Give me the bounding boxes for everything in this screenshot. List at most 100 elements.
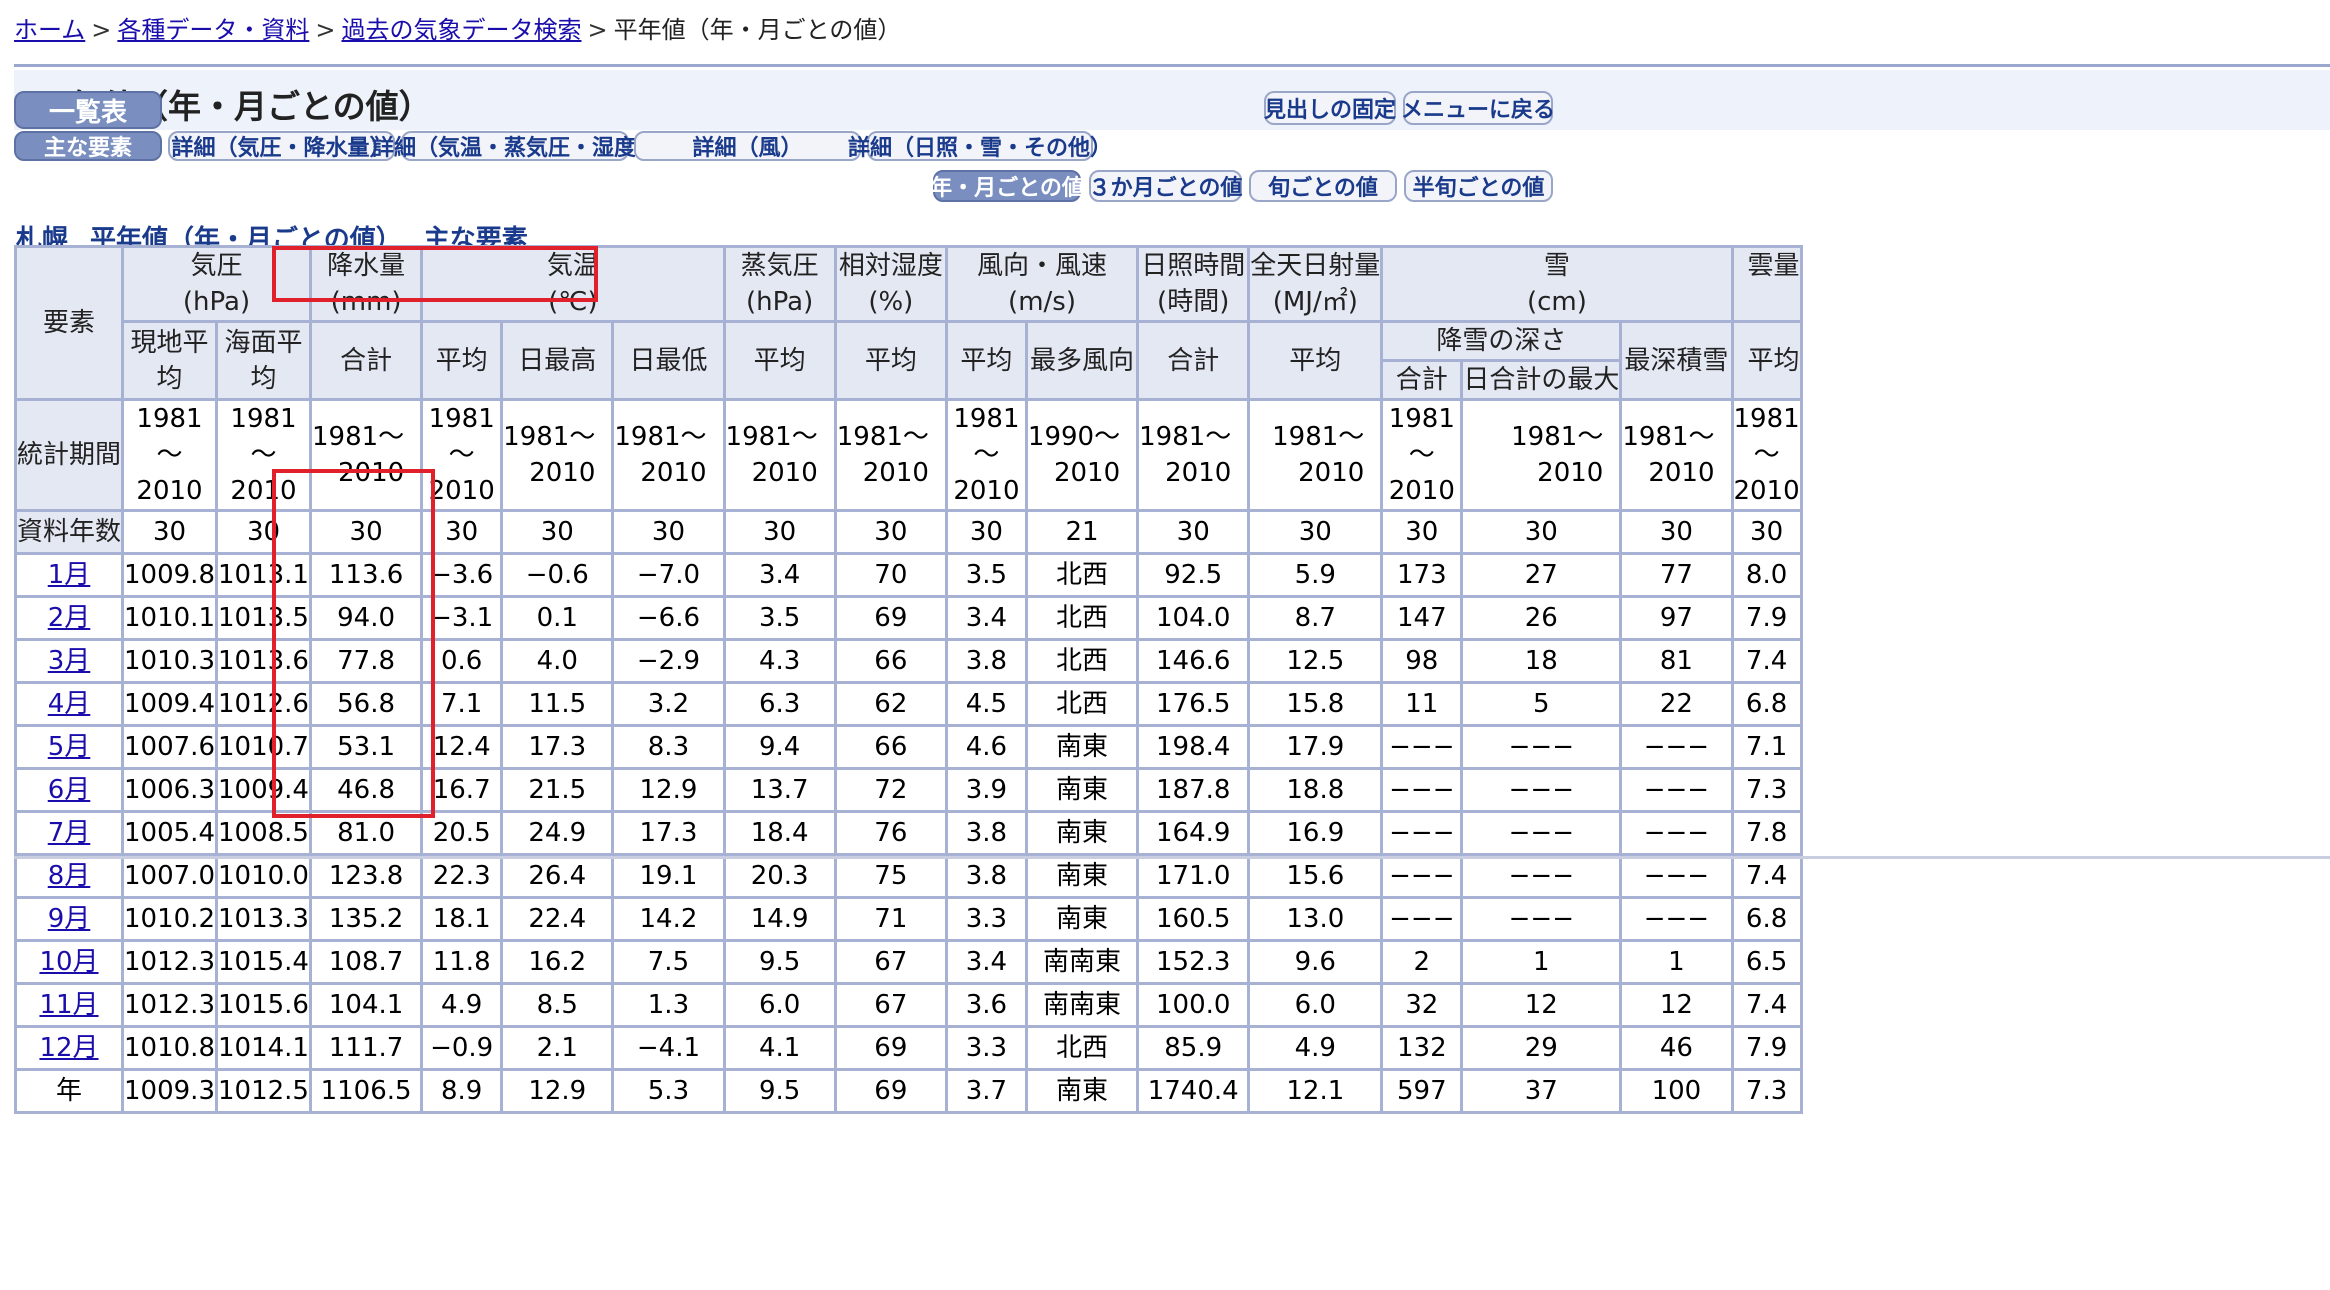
years-cell: 30 — [1380, 509, 1464, 555]
table-cell: 6.5 — [1730, 939, 1803, 985]
month-link[interactable]: 1月 — [13, 552, 125, 598]
table-cell: 11 — [1380, 681, 1464, 727]
month-link[interactable]: 12月 — [13, 1025, 125, 1071]
table-cell: −−− — [1460, 767, 1623, 813]
header-precip-total: 合計 — [308, 320, 424, 401]
table-cell: 62 — [833, 681, 948, 727]
header-radiation: 全天日射量 (MJ/㎡) — [1247, 245, 1384, 323]
table-cell: 5.9 — [1247, 552, 1384, 598]
table-cell: 19.1 — [611, 853, 726, 899]
table-cell: 1013.3 — [215, 896, 312, 942]
month-link[interactable]: 6月 — [13, 767, 125, 813]
table-cell: 南南東 — [1024, 939, 1140, 985]
breadcrumb-home-link[interactable]: ホーム — [14, 16, 85, 44]
years-cell: 30 — [1247, 509, 1384, 555]
table-cell: 3.6 — [944, 982, 1028, 1028]
table-cell: 26.4 — [500, 853, 615, 899]
header-cloud-avg: 平均 — [1730, 320, 1803, 401]
header-snow: 雪 (cm) — [1380, 245, 1734, 323]
table-cell: 146.6 — [1136, 638, 1251, 684]
header-temperature: 気温 (℃) — [420, 245, 726, 323]
breadcrumb-data-link[interactable]: 各種データ・資料 — [117, 16, 309, 44]
table-cell: 123.8 — [308, 853, 424, 899]
period-cell: 1981～2010 — [611, 398, 726, 512]
table-cell: 37 — [1460, 1068, 1623, 1114]
table-cell: 16.2 — [500, 939, 615, 985]
table-cell: 12.9 — [500, 1068, 615, 1114]
period-jun-button[interactable]: 旬ごとの値 — [1249, 170, 1397, 202]
table-cell: 17.9 — [1247, 724, 1384, 770]
table-cell: 南東 — [1024, 810, 1140, 856]
table-cell: 12 — [1619, 982, 1734, 1028]
table-cell: 1009.4 — [121, 681, 218, 727]
table-cell: 7.4 — [1730, 638, 1803, 684]
table-cell: 1013.1 — [215, 552, 312, 598]
header-precip: 降水量 (mm) — [308, 245, 424, 323]
tab-detail-wind[interactable]: 詳細（風） — [634, 131, 861, 161]
breadcrumb-search-link[interactable]: 過去の気象データ検索 — [342, 16, 582, 44]
table-cell: 21.5 — [500, 767, 615, 813]
table-cell: 85.9 — [1136, 1025, 1251, 1071]
table-cell: −3.1 — [420, 595, 504, 641]
table-cell: 1007.0 — [121, 853, 218, 899]
month-link[interactable]: 3月 — [13, 638, 125, 684]
table-cell: 66 — [833, 638, 948, 684]
table-cell: 1 — [1460, 939, 1623, 985]
table-cell: −−− — [1619, 896, 1734, 942]
table-cell: 6.8 — [1730, 681, 1803, 727]
years-cell: 30 — [420, 509, 504, 555]
table-cell: 135.2 — [308, 896, 424, 942]
fix-header-button[interactable]: 見出しの固定 — [1264, 91, 1396, 125]
breadcrumb-separator: > — [315, 16, 336, 44]
tab-main-elements[interactable]: 主な要素 — [14, 131, 162, 161]
month-link[interactable]: 11月 — [13, 982, 125, 1028]
table-cell: 1014.1 — [215, 1025, 312, 1071]
table-cell: 5 — [1460, 681, 1623, 727]
table-cell: 9.5 — [722, 1068, 837, 1114]
table-cell: 1010.8 — [121, 1025, 218, 1071]
years-cell: 21 — [1024, 509, 1140, 555]
header-snowfall-daymax: 日合計の最大 — [1460, 359, 1623, 401]
table-cell: 20.5 — [420, 810, 504, 856]
table-cell: −−− — [1619, 767, 1734, 813]
tab-detail-sunshine-snow-other[interactable]: 詳細（日照・雪・その他） — [848, 131, 1112, 161]
table-cell: 3.3 — [944, 1025, 1028, 1071]
table-cell: 1010.2 — [121, 896, 218, 942]
tab-detail-temp-vapor-humidity[interactable]: 詳細（気温・蒸気圧・湿度） — [372, 131, 658, 161]
breadcrumb-separator: > — [91, 16, 112, 44]
month-link[interactable]: 2月 — [13, 595, 125, 641]
period-hanjun-button[interactable]: 半旬ごとの値 — [1404, 170, 1553, 202]
month-link[interactable]: 10月 — [13, 939, 125, 985]
table-cell: 3.2 — [611, 681, 726, 727]
month-link[interactable]: 4月 — [13, 681, 125, 727]
table-cell: 9.4 — [722, 724, 837, 770]
header-vapor-avg: 平均 — [722, 320, 837, 401]
period-month-button[interactable]: 年・月ごとの値 — [930, 170, 1084, 202]
header-humidity: 相対湿度 (%) — [833, 245, 948, 323]
table-cell: 1009.8 — [121, 552, 218, 598]
period-3month-button[interactable]: ３か月ごとの値 — [1089, 170, 1242, 202]
month-link[interactable]: 9月 — [13, 896, 125, 942]
month-link[interactable]: 5月 — [13, 724, 125, 770]
table-cell: 1010.1 — [121, 595, 218, 641]
header-cloud: 雲量 — [1730, 245, 1803, 323]
month-link[interactable]: 8月 — [13, 853, 125, 899]
table-cell: 597 — [1380, 1068, 1464, 1114]
table-cell: 18.8 — [1247, 767, 1384, 813]
tab-detail-pressure-precip[interactable]: 詳細（気圧・降水量） — [168, 131, 395, 161]
table-cell: 32 — [1380, 982, 1464, 1028]
table-cell: 0.1 — [500, 595, 615, 641]
table-cell: 1009.3 — [121, 1068, 218, 1114]
month-link[interactable]: 7月 — [13, 810, 125, 856]
table-row: 3月 1010.3 1013.6 77.8 0.6 4.0 −2.9 4.3 66 3.8 北西 14… — [13, 638, 1803, 684]
back-to-menu-button[interactable]: メニューに戻る — [1401, 91, 1555, 125]
table-row: 8月 1007.0 1010.0 123.8 22.3 26.4 19.1 20.3 75 3.8… — [13, 853, 1803, 899]
table-cell: 14.2 — [611, 896, 726, 942]
list-view-button[interactable]: 一覧表 — [14, 91, 162, 129]
table-cell: 6.0 — [1247, 982, 1384, 1028]
period-cell: 1981～2010 — [833, 398, 948, 512]
period-cell: 1981～2010 — [1136, 398, 1251, 512]
table-cell: 18.1 — [420, 896, 504, 942]
table-cell: 69 — [833, 1025, 948, 1071]
table-cell: 3.7 — [944, 1068, 1028, 1114]
